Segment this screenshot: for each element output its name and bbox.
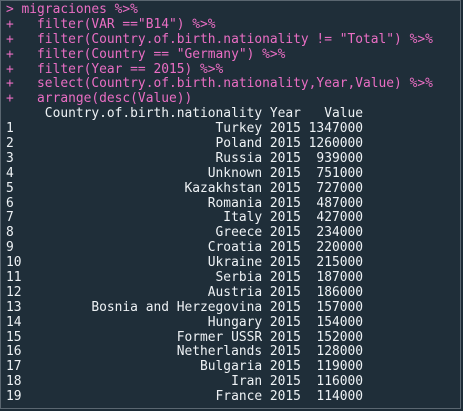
console-command-line: + select(Country.of.birth.nationality,Ye… [6, 76, 433, 92]
output-row: 13 Bosnia and Herzegovina 2015 157000 [6, 299, 363, 315]
output-row: 8 Greece 2015 234000 [6, 225, 363, 241]
output-row: 14 Hungary 2015 154000 [6, 314, 363, 330]
output-row: 3 Russia 2015 939000 [6, 150, 363, 166]
console-command-line: + arrange(desc(Value)) [6, 91, 193, 107]
output-row: 9 Croatia 2015 220000 [6, 240, 363, 256]
output-row: 17 Bulgaria 2015 119000 [6, 359, 363, 375]
output-row: 12 Austria 2015 186000 [6, 284, 363, 300]
console-command-line: + filter(VAR =="B14") %>% [6, 16, 216, 32]
output-table-header: Country.of.birth.nationality Year Value [6, 106, 363, 122]
console-command-line: + filter(Country.of.birth.nationality !=… [6, 31, 433, 47]
output-row: 11 Serbia 2015 187000 [6, 270, 363, 286]
output-row: 16 Netherlands 2015 128000 [6, 344, 363, 360]
output-row: 10 Ukraine 2015 215000 [6, 255, 363, 271]
console-command-line: + filter(Year == 2015) %>% [6, 61, 224, 77]
output-row: 2 Poland 2015 1260000 [6, 136, 363, 152]
output-row: 6 Romania 2015 487000 [6, 195, 363, 211]
output-row: 5 Kazakhstan 2015 727000 [6, 180, 363, 196]
output-row: 18 Iran 2015 116000 [6, 374, 363, 390]
output-row: 15 Former USSR 2015 152000 [6, 329, 363, 345]
r-console[interactable]: > migraciones %>% + filter(VAR =="B14") … [0, 0, 461, 409]
output-row: 7 Italy 2015 427000 [6, 210, 363, 226]
console-command-line: > migraciones %>% [6, 2, 138, 17]
console-command-line: + filter(Country == "Germany") %>% [6, 46, 286, 62]
output-row: 19 France 2015 114000 [6, 389, 363, 405]
output-row: 4 Unknown 2015 751000 [6, 165, 363, 181]
output-row: 1 Turkey 2015 1347000 [6, 121, 363, 137]
